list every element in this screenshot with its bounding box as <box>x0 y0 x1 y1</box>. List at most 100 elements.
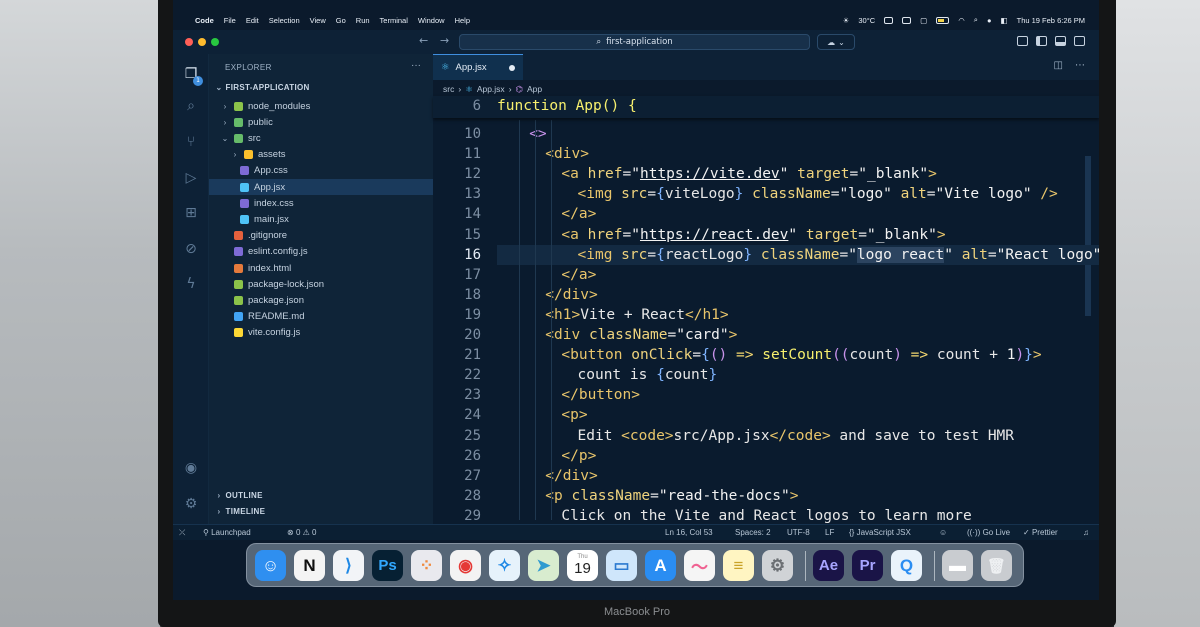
siri-icon[interactable]: ● <box>987 16 992 25</box>
outline-section[interactable]: › OUTLINE <box>215 491 263 500</box>
code-line[interactable]: Edit <code>src/App.jsx</code> and save t… <box>578 428 1015 444</box>
vscode-icon[interactable]: ⟩ <box>333 550 364 581</box>
tree-item[interactable]: index.html <box>221 260 291 276</box>
display-icon[interactable] <box>902 16 912 24</box>
tree-item[interactable]: App.css <box>231 163 288 179</box>
settings-gear-icon[interactable]: ⚙ <box>183 496 199 512</box>
language-mode[interactable]: {} JavaScript JSX <box>849 528 911 537</box>
code-editor[interactable]: 6 function App() { Ɪ 10<>11<div>12<a hre… <box>433 96 1099 524</box>
sticky-scroll[interactable]: 6 function App() { <box>433 96 1099 118</box>
battery-icon[interactable] <box>936 16 950 24</box>
code-line[interactable]: <> <box>529 126 546 142</box>
quicktime-icon[interactable]: Q <box>891 550 922 581</box>
tree-item[interactable]: › assets <box>231 147 286 163</box>
end-of-line[interactable]: LF <box>825 528 834 537</box>
weather-icon[interactable]: ☀ <box>843 16 850 25</box>
notion-icon[interactable]: N <box>294 550 325 581</box>
code-line[interactable]: <h1>Vite + React</h1> <box>545 307 728 323</box>
code-line[interactable]: <p className="read-the-docs"> <box>545 488 798 504</box>
downloads-icon[interactable]: ▬ <box>942 550 973 581</box>
prettier-status[interactable]: ✓ Prettier <box>1023 528 1058 537</box>
launchpad-icon[interactable]: ⁘ <box>411 550 442 581</box>
remote-explorer-icon[interactable]: ⊘ <box>183 241 199 257</box>
search-icon[interactable]: ⌕ <box>974 15 978 25</box>
launchpad-status[interactable]: ⚲ Launchpad <box>203 528 251 537</box>
code-line[interactable]: </p> <box>561 448 596 464</box>
breadcrumb-src[interactable]: src <box>443 84 454 94</box>
back-arrow-icon[interactable]: ← <box>419 34 428 47</box>
cursor-position[interactable]: Ln 16, Col 53 <box>665 528 713 537</box>
remote-icon[interactable]: ⤫ <box>179 528 185 538</box>
indentation[interactable]: Spaces: 2 <box>735 528 771 537</box>
menu-item-file[interactable]: File <box>224 16 236 25</box>
minimize-window-icon[interactable] <box>198 38 206 46</box>
trash-icon[interactable]: 🗑 <box>981 550 1012 581</box>
breadcrumb-symbol[interactable]: App <box>527 84 542 94</box>
settings-icon[interactable]: ⚙ <box>762 550 793 581</box>
maps-icon[interactable]: ➤ <box>528 550 559 581</box>
control-icon[interactable]: ▢ <box>920 16 927 25</box>
tree-item[interactable]: index.css <box>231 195 294 211</box>
code-line[interactable]: </a> <box>561 267 596 283</box>
photoshop-icon[interactable]: Ps <box>372 550 403 581</box>
problems-status[interactable]: ⊗ 0 ⚠ 0 <box>287 528 316 537</box>
tab-app-jsx[interactable]: ⚛ App.jsx <box>433 54 523 80</box>
tree-item[interactable]: eslint.config.js <box>221 244 308 260</box>
tree-item[interactable]: › node_modules <box>221 98 311 114</box>
code-line[interactable]: count is {count} <box>578 367 718 383</box>
code-line[interactable]: <p> <box>561 407 587 423</box>
command-center[interactable]: ⌕ first-application <box>459 34 810 50</box>
copilot-button[interactable]: ☁ ⌄ <box>817 34 855 50</box>
live-share-icon[interactable]: ϟ <box>183 276 199 292</box>
code-line[interactable]: <img src={viteLogo} className="logo" alt… <box>578 186 1058 202</box>
encoding[interactable]: UTF-8 <box>787 528 810 537</box>
code-line[interactable]: Click on the Vite and React logos to lea… <box>561 508 971 524</box>
code-line[interactable]: </div> <box>545 287 597 303</box>
tree-item[interactable]: › public <box>221 114 273 130</box>
close-window-icon[interactable] <box>185 38 193 46</box>
menu-item-selection[interactable]: Selection <box>269 16 300 25</box>
code-line[interactable]: <a href="https://vite.dev" target="_blan… <box>561 166 936 182</box>
zoom-window-icon[interactable] <box>211 38 219 46</box>
tree-item[interactable]: main.jsx <box>231 211 289 227</box>
breadcrumb-file[interactable]: App.jsx <box>477 84 505 94</box>
tree-item[interactable]: App.jsx <box>209 179 433 195</box>
notifications-bell-icon[interactable]: ♫ <box>1083 528 1089 537</box>
code-line[interactable]: </button> <box>561 387 640 403</box>
code-line[interactable]: </a> <box>561 206 596 222</box>
finder-icon[interactable]: ☺ <box>255 550 286 581</box>
code-line[interactable]: <button onClick={() => setCount((count) … <box>561 347 1041 363</box>
account-icon[interactable]: ◉ <box>183 460 199 476</box>
more-actions-icon[interactable]: ⋯ <box>1075 60 1085 71</box>
finder-window-icon[interactable]: ▭ <box>606 550 637 581</box>
safari-icon[interactable]: ✧ <box>489 550 520 581</box>
extensions-icon[interactable]: ⊞ <box>183 205 199 221</box>
freeform-icon[interactable]: 〜 <box>684 550 715 581</box>
customize-layout-icon[interactable] <box>1017 36 1028 46</box>
go-live-button[interactable]: ((·)) Go Live <box>967 528 1010 537</box>
premiere-icon[interactable]: Pr <box>852 550 883 581</box>
project-root[interactable]: ⌄ FIRST-APPLICATION <box>215 83 310 92</box>
menu-item-edit[interactable]: Edit <box>246 16 259 25</box>
toggle-secondary-sidebar-icon[interactable] <box>1074 36 1085 46</box>
menu-item-go[interactable]: Go <box>336 16 346 25</box>
tree-item[interactable]: README.md <box>221 309 304 325</box>
forward-arrow-icon[interactable]: → <box>440 34 449 47</box>
tree-item[interactable]: package.json <box>221 292 304 308</box>
search-icon[interactable]: ⌕ <box>183 98 199 114</box>
source-control-icon[interactable]: ⑂ <box>183 134 199 150</box>
tree-item[interactable]: ⌄ src <box>221 130 261 146</box>
menu-item-window[interactable]: Window <box>418 16 445 25</box>
toggle-panel-icon[interactable] <box>1055 36 1066 46</box>
copilot-status-icon[interactable]: ☺ <box>939 528 947 537</box>
timeline-section[interactable]: › TIMELINE <box>215 507 265 516</box>
run-debug-icon[interactable]: ▷ <box>183 170 199 186</box>
notion-status-icon[interactable] <box>884 16 894 24</box>
calendar-icon[interactable]: Thu 19 <box>567 550 598 581</box>
toggle-sidebar-icon[interactable] <box>1036 36 1047 46</box>
weather-temp[interactable]: 30°C <box>858 16 875 25</box>
code-line[interactable]: </div> <box>545 468 597 484</box>
menu-item-view[interactable]: View <box>310 16 326 25</box>
code-line[interactable]: <img src={reactLogo} className="logo rea… <box>578 246 1099 263</box>
code-line[interactable]: <div className="card"> <box>545 327 737 343</box>
